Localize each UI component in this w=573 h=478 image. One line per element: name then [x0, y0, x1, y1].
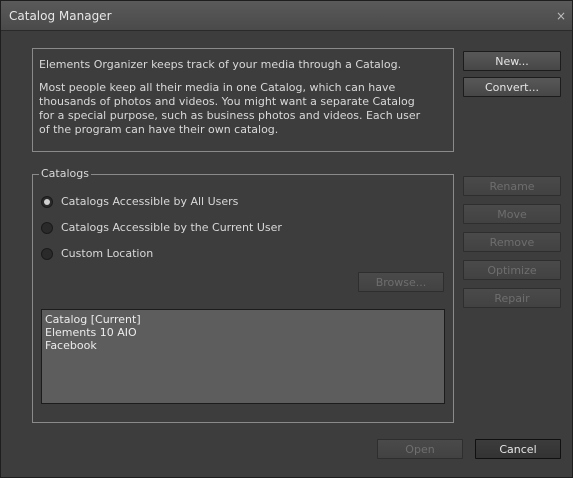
title-bar[interactable]: Catalog Manager ×	[1, 1, 572, 31]
repair-button[interactable]: Repair	[463, 288, 561, 308]
catalog-list[interactable]: Catalog [Current] Elements 10 AIO Facebo…	[41, 309, 445, 404]
radio-button[interactable]	[41, 221, 53, 234]
info-intro-text: Elements Organizer keeps track of your m…	[39, 58, 402, 71]
radio-button-checked[interactable]	[41, 195, 53, 208]
radio-button[interactable]	[41, 247, 53, 260]
catalogs-group: Catalogs Catalogs Accessible by All User…	[32, 167, 454, 423]
cancel-button[interactable]: Cancel	[475, 439, 561, 459]
convert-button[interactable]: Convert...	[463, 77, 561, 97]
optimize-button[interactable]: Optimize	[463, 260, 561, 280]
info-paragraph-line: for a special purpose, such as business …	[39, 109, 421, 122]
open-button[interactable]: Open	[377, 439, 463, 459]
info-paragraph-line: of the program can have their own catalo…	[39, 123, 279, 136]
dialog-title: Catalog Manager	[9, 9, 112, 23]
catalogs-legend: Catalogs	[39, 167, 91, 180]
list-item[interactable]: Catalog [Current]	[45, 313, 441, 326]
remove-button[interactable]: Remove	[463, 232, 561, 252]
radio-label: Custom Location	[61, 247, 154, 260]
radio-label: Catalogs Accessible by All Users	[61, 195, 239, 208]
info-paragraph-line: thousands of photos and videos. You migh…	[39, 95, 415, 108]
list-item[interactable]: Facebook	[45, 339, 441, 352]
new-button[interactable]: New...	[463, 51, 561, 71]
radio-custom-location[interactable]: Custom Location	[41, 247, 153, 260]
list-item[interactable]: Elements 10 AIO	[45, 326, 441, 339]
catalog-manager-dialog: Catalog Manager × Elements Organizer kee…	[0, 0, 573, 478]
radio-current-user[interactable]: Catalogs Accessible by the Current User	[41, 221, 282, 234]
close-icon[interactable]: ×	[554, 9, 568, 23]
radio-all-users[interactable]: Catalogs Accessible by All Users	[41, 195, 238, 208]
info-paragraph-line: Most people keep all their media in one …	[39, 81, 396, 94]
radio-label: Catalogs Accessible by the Current User	[61, 221, 282, 234]
browse-button[interactable]: Browse...	[358, 272, 444, 292]
info-panel: Elements Organizer keeps track of your m…	[32, 48, 454, 152]
move-button[interactable]: Move	[463, 204, 561, 224]
rename-button[interactable]: Rename	[463, 176, 561, 196]
